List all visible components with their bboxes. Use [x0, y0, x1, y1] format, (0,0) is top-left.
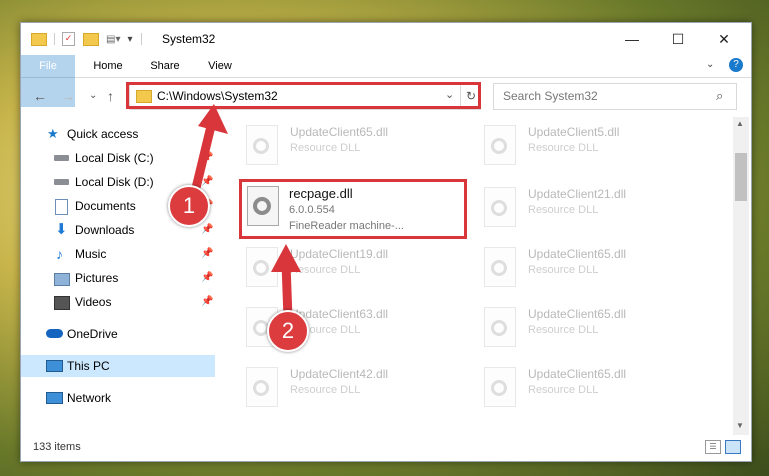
arrow-to-file [271, 244, 301, 323]
annotation-arrows [191, 104, 301, 323]
callout-step-1: 1 [168, 185, 210, 227]
arrow-to-address-bar [191, 104, 228, 193]
callout-step-2: 2 [267, 310, 309, 352]
